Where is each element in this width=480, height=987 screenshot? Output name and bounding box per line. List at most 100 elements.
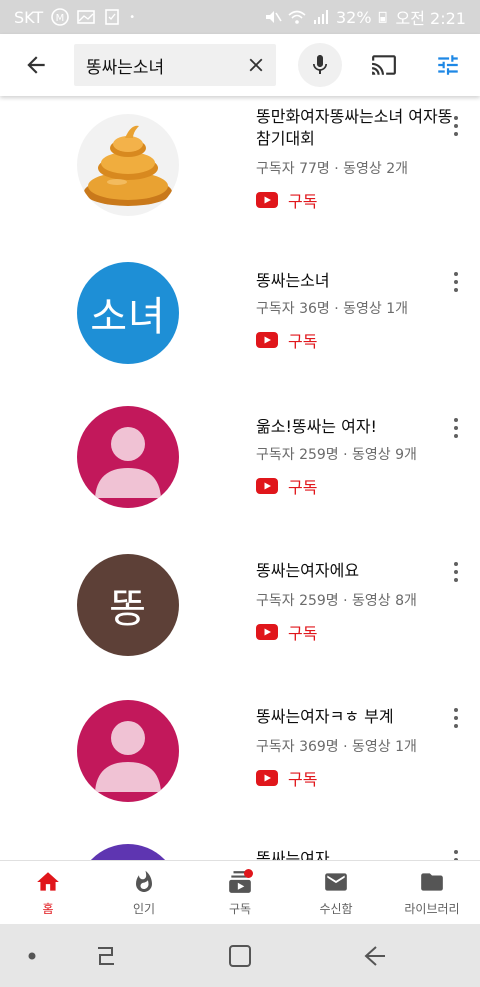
channel-name[interactable]: 똥싸는소녀 xyxy=(256,270,456,292)
more-options-button[interactable] xyxy=(448,706,464,730)
default-person-icon xyxy=(95,721,161,792)
more-options-button[interactable] xyxy=(448,848,464,860)
system-nav-bar xyxy=(0,924,480,987)
home-icon xyxy=(37,871,59,891)
channel-avatar[interactable]: 똥 xyxy=(77,554,179,656)
search-query: 똥싸는소녀 xyxy=(86,57,165,78)
recents-icon[interactable] xyxy=(92,942,120,970)
home-button-icon[interactable] xyxy=(226,942,254,970)
cast-icon xyxy=(372,55,396,75)
more-dot-icon xyxy=(454,434,458,438)
channel-row[interactable]: 똥 똥싸는여자에요 구독자 259명 · 동영상 8개 구독 xyxy=(0,534,480,680)
youtube-logo-icon xyxy=(256,478,278,494)
subscribe-label: 구독 xyxy=(288,192,318,211)
checklist-icon xyxy=(105,9,119,25)
youtube-logo-icon xyxy=(256,192,278,208)
default-person-icon xyxy=(95,427,161,498)
more-options-button[interactable] xyxy=(448,416,464,440)
subscribe-button[interactable]: 구독 xyxy=(256,474,317,498)
more-dot-icon xyxy=(454,562,458,566)
nav-subscriptions[interactable]: 구독 xyxy=(192,861,288,924)
channel-avatar[interactable]: 소녀 xyxy=(77,262,179,364)
more-options-button[interactable] xyxy=(448,560,464,584)
svg-text:M: M xyxy=(56,13,65,24)
more-options-button[interactable] xyxy=(448,114,464,138)
nav-label: 수신함 xyxy=(319,901,353,916)
mute-icon xyxy=(265,11,282,23)
more-dot-icon xyxy=(454,272,458,276)
more-dot-icon xyxy=(454,578,458,582)
poop-icon xyxy=(84,125,172,206)
filter-icon xyxy=(438,55,458,75)
channel-row[interactable]: 똥만화여자똥싸는소녀 여자똥참기대회 구독자 77명 · 동영상 2개 구독 xyxy=(0,96,480,242)
subscribe-label: 구독 xyxy=(288,478,318,497)
channel-meta: 구독자 259명 · 동영상 9개 xyxy=(256,447,417,463)
youtube-logo-icon xyxy=(256,624,278,640)
youtube-logo-icon xyxy=(256,332,278,348)
youtube-logo-icon xyxy=(256,770,278,786)
channel-name[interactable]: 똥만화여자똥싸는소녀 여자똥참기대회 xyxy=(256,106,456,150)
clear-search-button[interactable] xyxy=(236,45,276,85)
more-dot-icon xyxy=(454,724,458,728)
nav-home[interactable]: 홈 xyxy=(0,861,96,924)
more-dot-icon xyxy=(454,280,458,284)
channel-row[interactable]: 똥싸는여자ㅋㅎ 부계 구독자 369명 · 동영상 1개 구독 xyxy=(0,680,480,826)
back-button[interactable] xyxy=(14,43,58,87)
avatar-text: 똥 xyxy=(109,586,147,632)
subscribe-label: 구독 xyxy=(288,332,318,351)
channel-avatar[interactable] xyxy=(77,700,179,802)
nav-inbox[interactable]: 수신함 xyxy=(288,861,384,924)
more-dot-icon xyxy=(454,418,458,422)
nav-label: 홈 xyxy=(42,901,54,916)
subscribe-button[interactable]: 구독 xyxy=(256,328,317,352)
back-arrow-icon xyxy=(27,56,45,74)
cast-button[interactable] xyxy=(362,43,406,87)
nav-label: 구독 xyxy=(228,901,252,916)
channel-name[interactable]: 똥싸는여자 xyxy=(256,848,456,860)
channel-meta: 구독자 77명 · 동영상 2개 xyxy=(256,161,409,177)
more-dot-icon xyxy=(454,708,458,712)
more-dot-icon xyxy=(454,132,458,136)
mic-icon xyxy=(313,55,327,74)
inbox-icon xyxy=(325,872,347,891)
filter-button[interactable] xyxy=(426,43,470,87)
channel-avatar[interactable] xyxy=(77,406,179,508)
channel-avatar[interactable] xyxy=(77,114,179,216)
notification-icon: M xyxy=(51,8,69,26)
dot-icon: • xyxy=(129,11,136,23)
subscribe-button[interactable]: 구독 xyxy=(256,188,317,212)
battery-icon xyxy=(378,11,387,23)
voice-search-button[interactable] xyxy=(298,43,342,87)
channel-avatar[interactable] xyxy=(77,844,179,860)
more-dot-icon xyxy=(454,124,458,128)
status-bar: SKT M • 32% 오전 2:21 xyxy=(0,0,480,34)
channel-name[interactable]: 똥싸는여자ㅋㅎ 부계 xyxy=(256,706,456,728)
channel-name[interactable]: 욺소!똥싸는 여자! xyxy=(256,416,456,438)
search-input[interactable]: 똥싸는소녀 xyxy=(74,44,276,86)
nav-label: 라이브러리 xyxy=(404,901,460,916)
gallery-icon xyxy=(77,10,95,24)
channel-name[interactable]: 똥싸는여자에요 xyxy=(256,560,456,582)
subscribe-button[interactable]: 구독 xyxy=(256,620,317,644)
library-icon xyxy=(421,872,443,891)
channel-row[interactable]: 욺소!똥싸는 여자! 구독자 259명 · 동영상 9개 구독 xyxy=(0,388,480,534)
channel-row[interactable]: 소녀 똥싸는소녀 구독자 36명 · 동영상 1개 구독 xyxy=(0,242,480,388)
system-back-icon[interactable] xyxy=(360,942,388,970)
clear-icon xyxy=(249,58,263,72)
wifi-icon xyxy=(288,10,306,24)
channel-meta: 구독자 259명 · 동영상 8개 xyxy=(256,593,417,609)
nav-library[interactable]: 라이브러리 xyxy=(384,861,480,924)
bottom-nav: 홈 인기 구독 수신함 라이브러리 xyxy=(0,860,480,924)
nav-trending[interactable]: 인기 xyxy=(96,861,192,924)
more-dot-icon xyxy=(454,288,458,292)
channel-row[interactable]: 똥싸는여자 xyxy=(0,826,480,860)
carrier-label: SKT xyxy=(14,7,44,27)
channel-meta: 구독자 369명 · 동영상 1개 xyxy=(256,739,417,755)
more-dot-icon xyxy=(454,716,458,720)
more-options-button[interactable] xyxy=(448,270,464,294)
subscribe-button[interactable]: 구독 xyxy=(256,766,317,790)
more-dot-icon xyxy=(454,850,458,854)
subscribe-label: 구독 xyxy=(288,624,318,643)
subscribe-label: 구독 xyxy=(288,770,318,789)
nav-label: 인기 xyxy=(132,901,156,916)
